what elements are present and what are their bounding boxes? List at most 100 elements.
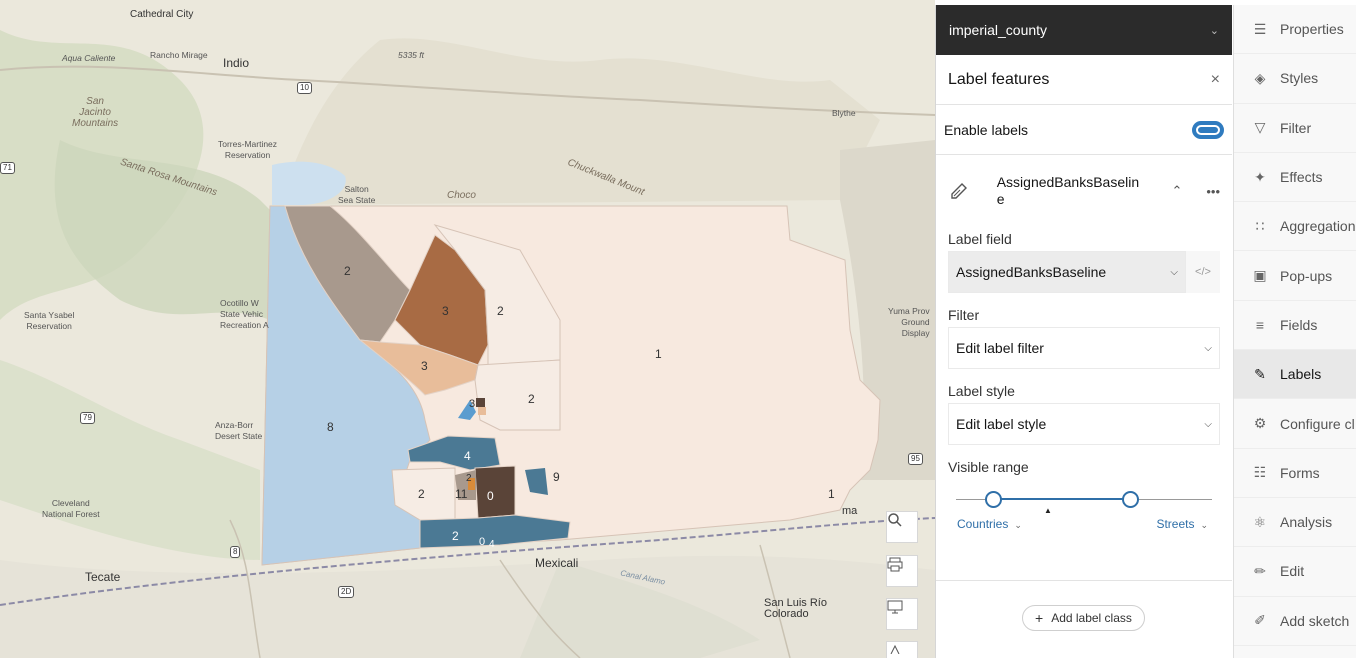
polygon-label: 0 xyxy=(479,536,486,548)
toolbar-item-analysis[interactable]: ⚛ Analysis xyxy=(1234,498,1356,548)
polygon-label: 1 xyxy=(655,347,662,361)
panel-title: Label features xyxy=(948,70,1050,88)
settings-toolbar: ☰ Properties ◈ Styles ▽ Filter ✦ Effects ∷ Ag… xyxy=(1233,5,1356,658)
toolbar-item-forms[interactable]: ☷ Forms xyxy=(1234,449,1356,498)
panel-header: Label features × xyxy=(936,55,1232,105)
edit-icon: ✏ xyxy=(1254,562,1266,579)
slider-min-handle[interactable] xyxy=(985,491,1002,508)
slider-active-range xyxy=(994,498,1130,500)
place-san-jacinto: San Jacinto Mountains xyxy=(72,96,119,129)
toolbar-item-add-sketch[interactable]: ✐ Add sketch xyxy=(1234,597,1356,646)
toolbar-item-effects[interactable]: ✦ Effects xyxy=(1234,153,1356,203)
label-style-select[interactable]: Edit label style ⌵ xyxy=(948,403,1220,445)
highway-shield: 95 xyxy=(908,453,923,465)
label-field-value: AssignedBanksBaseline xyxy=(956,264,1107,280)
place-aqua-caliente: Aqua Caliente xyxy=(62,53,116,63)
polygon-label: 11 xyxy=(455,487,468,501)
styles-icon: ◈ xyxy=(1254,69,1266,86)
panel-footer xyxy=(936,580,1232,581)
search-tool-button[interactable] xyxy=(886,511,918,543)
highway-shield: 8 xyxy=(230,546,241,558)
print-tool-button[interactable] xyxy=(886,555,918,587)
polygon-label: 0 xyxy=(487,489,494,503)
plus-icon: + xyxy=(1035,610,1044,626)
label-field-select[interactable]: AssignedBanksBaseline ⌵ xyxy=(948,251,1186,293)
visible-range-title: Visible range xyxy=(948,459,1029,475)
expression-icon[interactable]: </> xyxy=(1186,251,1220,293)
polygon-label: 1 xyxy=(828,487,835,501)
polygon-label: 2 xyxy=(344,264,351,278)
toolbar-item-label: Analysis xyxy=(1280,514,1333,531)
effects-icon: ✦ xyxy=(1254,168,1266,185)
toolbar-item-fields[interactable]: ≡ Fields xyxy=(1234,301,1356,351)
search-icon xyxy=(888,513,902,527)
place-torres-martinez: Torres-Martinez Reservation xyxy=(218,139,278,160)
place-salton: Salton Sea State xyxy=(338,184,376,205)
slider-max-handle[interactable] xyxy=(1122,491,1139,508)
polygon-label: 2 xyxy=(466,473,472,484)
polygon-label: 9 xyxy=(553,470,560,484)
toolbar-item-filter[interactable]: ▽ Filter xyxy=(1234,104,1356,153)
polygon-label: 8 xyxy=(327,420,334,434)
present-tool-button[interactable] xyxy=(886,598,918,630)
configure-icon: ⚙ xyxy=(1253,415,1267,432)
toolbar-item-styles[interactable]: ◈ Styles xyxy=(1234,54,1356,104)
place-chocolate: Choco xyxy=(447,190,476,201)
toolbar-item-aggregation[interactable]: ∷ Aggregation xyxy=(1234,202,1356,252)
toolbar-item-label: Fields xyxy=(1280,316,1318,333)
enable-labels-label: Enable labels xyxy=(944,121,1029,138)
app-window: Cathedral City Rancho Mirage Indio Aqua … xyxy=(0,0,1356,658)
place-mexicali: Mexicali xyxy=(535,556,579,570)
toolbar-item-label: Add sketch xyxy=(1280,612,1350,629)
enable-labels-row: Enable labels xyxy=(936,105,1232,155)
toolbar-item-properties[interactable]: ☰ Properties xyxy=(1234,5,1356,55)
label-field-title: Label field xyxy=(948,231,1012,247)
popups-icon: ▣ xyxy=(1253,267,1267,284)
map-view[interactable]: Cathedral City Rancho Mirage Indio Aqua … xyxy=(0,0,935,658)
toolbar-item-label: Properties xyxy=(1280,21,1344,38)
layer-selector[interactable]: imperial_county ⌄ xyxy=(936,5,1232,55)
filter-title: Filter xyxy=(948,307,980,323)
place-cleveland: Cleveland National Forest xyxy=(42,498,100,519)
range-max-label: Streets xyxy=(1156,517,1195,531)
toolbar-item-edit[interactable]: ✏ Edit xyxy=(1234,547,1356,597)
current-scale-marker: ▲ xyxy=(1044,506,1052,515)
visible-range-slider[interactable]: ▲ xyxy=(948,477,1220,517)
overflow-tool-button[interactable] xyxy=(886,641,918,658)
toolbar-item-popups[interactable]: ▣ Pop-ups xyxy=(1234,251,1356,301)
toolbar-item-label: Aggregation xyxy=(1280,218,1356,235)
label-class-row[interactable]: AssignedBanksBaselin e ⌃ ••• xyxy=(936,155,1232,227)
more-options-icon[interactable]: ••• xyxy=(1206,184,1220,199)
highway-shield: 10 xyxy=(297,82,312,94)
range-max-select[interactable]: Streets ⌄ xyxy=(1156,517,1208,535)
toolbar-item-configure[interactable]: ⚙ Configure cl xyxy=(1234,399,1356,449)
label-features-panel: imperial_county ⌄ Label features × Enabl… xyxy=(935,5,1232,658)
label-style-value: Edit label style xyxy=(956,416,1047,432)
print-icon xyxy=(887,557,903,572)
place-san-luis: San Luis Río Colorado xyxy=(764,597,827,620)
chevron-down-icon: ⌄ xyxy=(1014,520,1022,530)
polygon-label: 2 xyxy=(528,392,535,406)
place-indio: Indio xyxy=(223,56,250,70)
forms-icon: ☷ xyxy=(1253,464,1267,481)
labels-icon: ✎ xyxy=(1254,365,1266,382)
chevron-up-icon[interactable]: ⌃ xyxy=(1171,183,1182,199)
fields-icon: ≡ xyxy=(1255,316,1265,333)
chevron-down-icon: ⌄ xyxy=(1209,24,1219,37)
place-ocotillo: Ocotillo W State Vehic Recreation A xyxy=(220,298,269,330)
sketch-icon: ✐ xyxy=(1254,612,1266,629)
enable-labels-toggle[interactable] xyxy=(1192,120,1224,139)
close-icon[interactable]: × xyxy=(1211,71,1220,89)
analysis-icon: ⚛ xyxy=(1253,513,1267,530)
add-label-class-button[interactable]: + Add label class xyxy=(1022,605,1145,631)
map-canvas xyxy=(0,0,935,658)
label-filter-select[interactable]: Edit label filter ⌵ xyxy=(948,327,1220,369)
polygon-label: 2 xyxy=(418,487,425,501)
polygon-label: 3 xyxy=(442,304,449,318)
range-min-select[interactable]: Countries ⌄ xyxy=(957,517,1022,535)
toolbar-item-labels[interactable]: ✎ Labels xyxy=(1234,350,1356,400)
toolbar-item-label: Styles xyxy=(1280,70,1319,87)
chevron-down-icon: ⌄ xyxy=(1200,520,1208,530)
place-anza-borrego: Anza-Borr Desert State xyxy=(215,420,263,441)
place-blythe: Blythe xyxy=(832,108,856,118)
